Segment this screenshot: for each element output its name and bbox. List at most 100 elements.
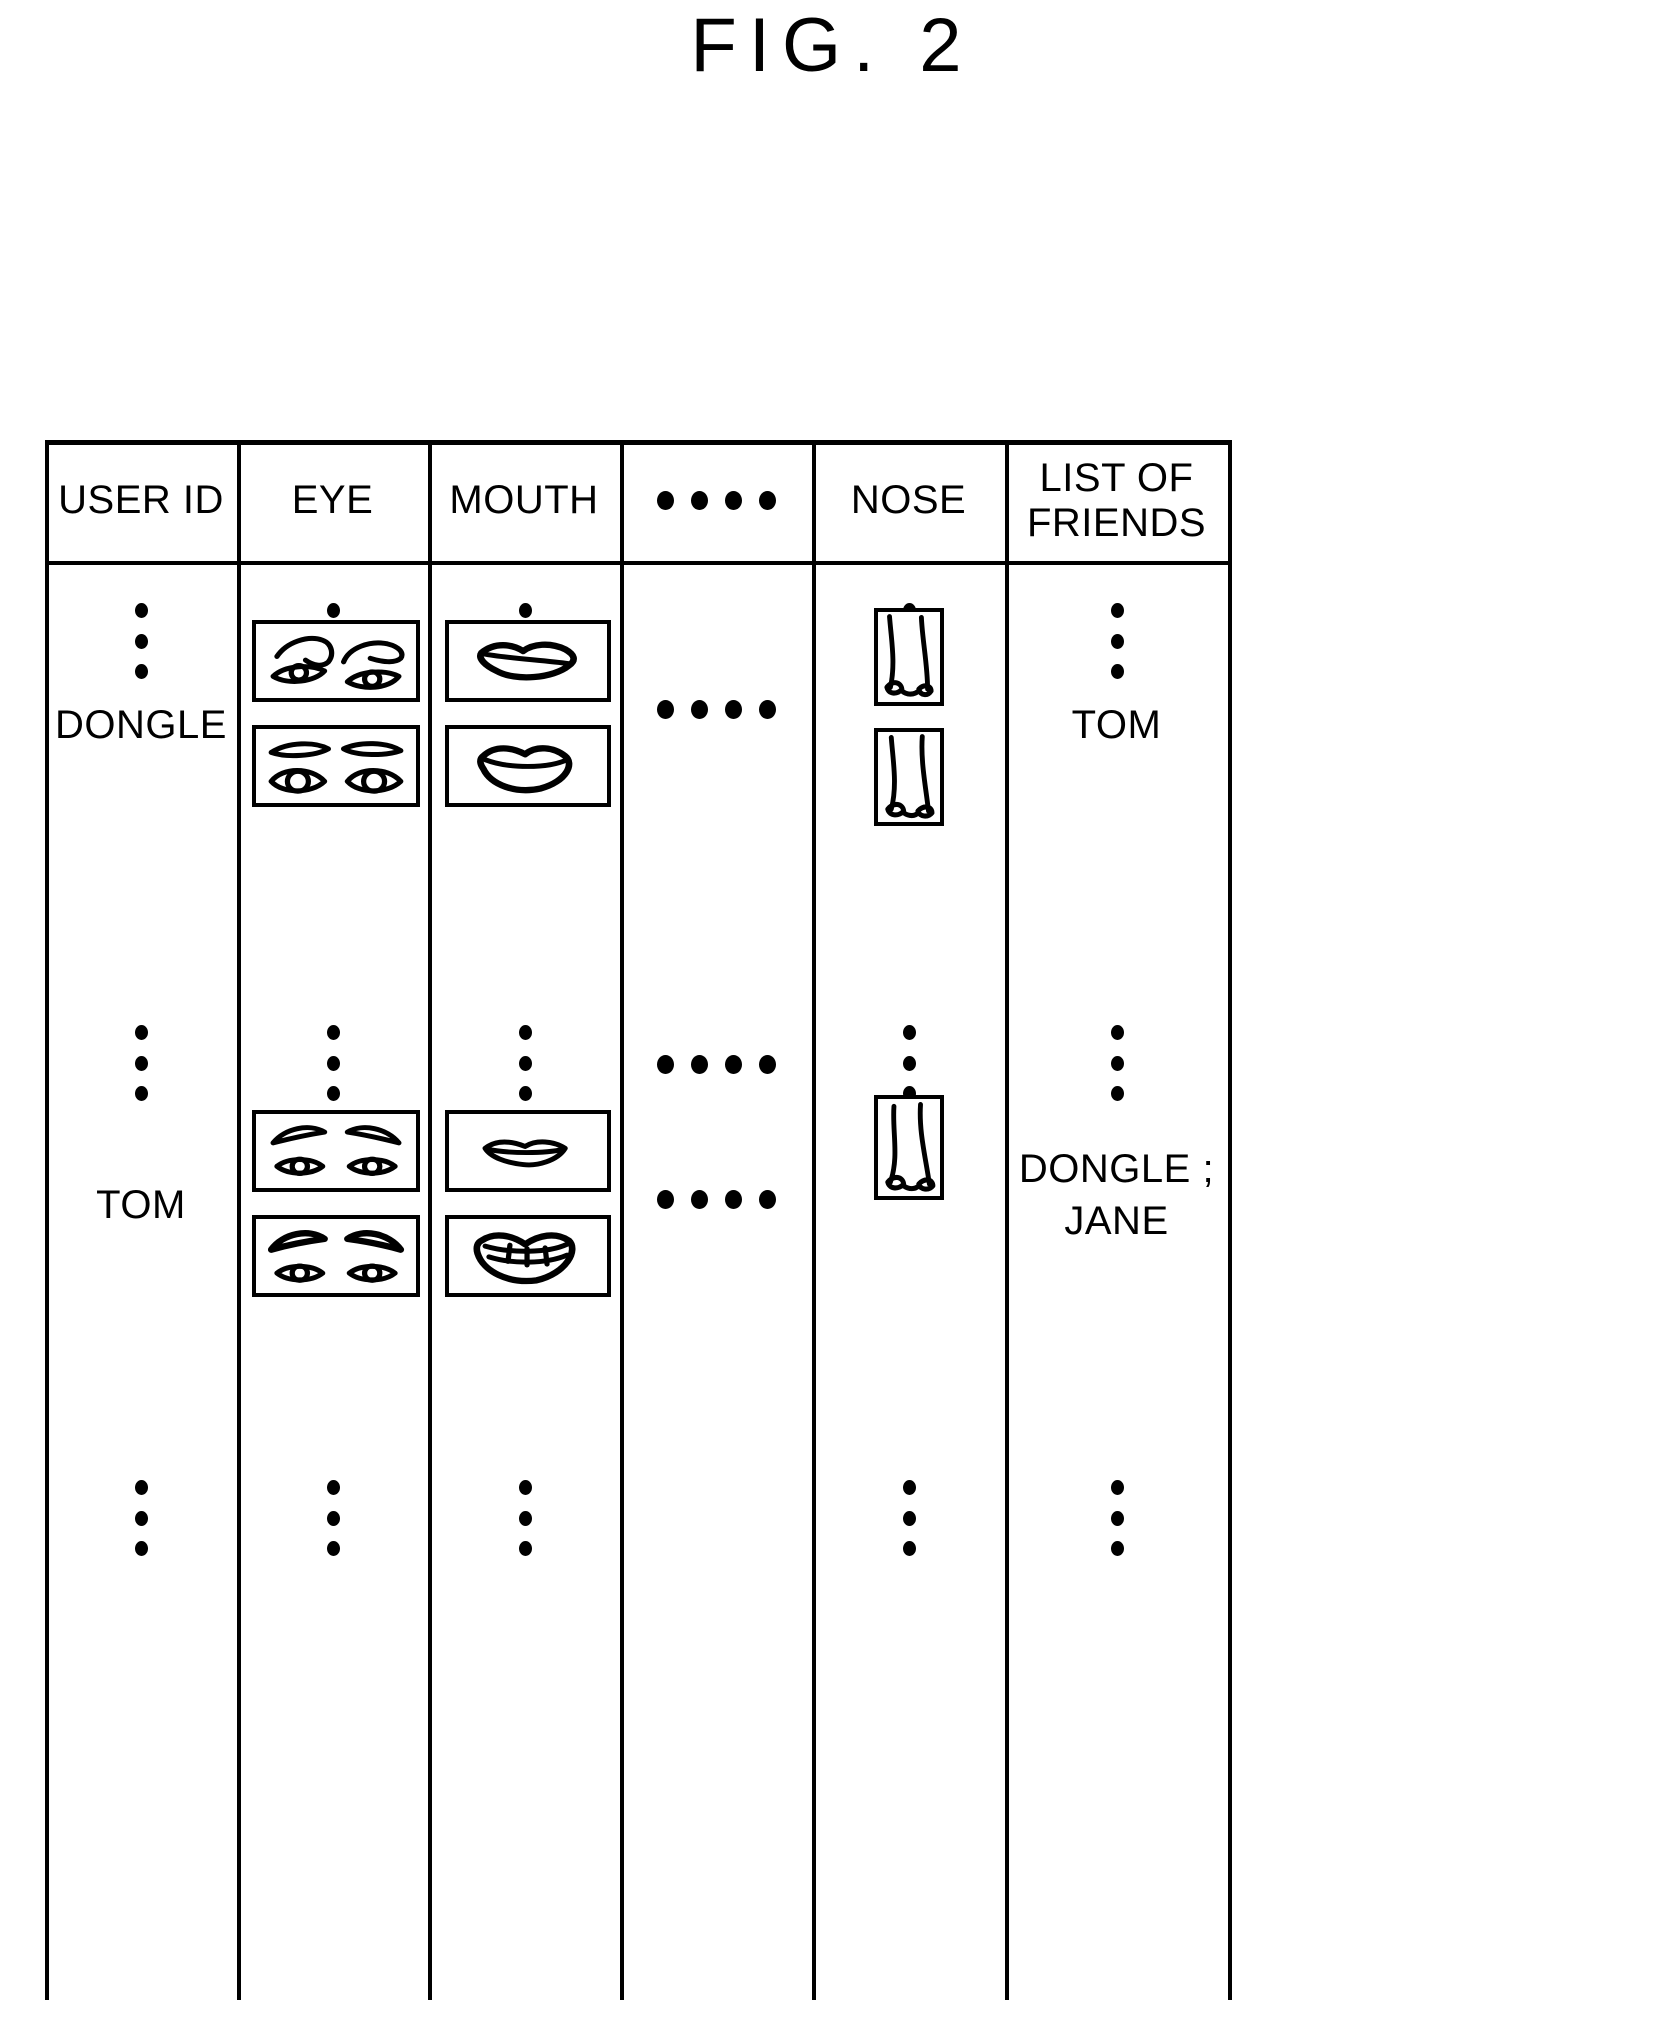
dot-icon	[1110, 1541, 1124, 1556]
feature-database-table: USER ID EYE MOUTH NOSE LIST OF FRIENDS D…	[45, 440, 1232, 2000]
dot-icon	[724, 1189, 742, 1209]
ellipsis-horizontal-row-dongle	[620, 699, 812, 719]
lips-closed-smile-icon	[477, 641, 577, 681]
column-divider-1	[237, 440, 241, 2000]
ellipsis-vertical-nose-mid	[901, 1025, 917, 1101]
dot-icon	[656, 1189, 674, 1209]
dot-icon	[690, 490, 708, 510]
column-header-mouth: MOUTH	[449, 478, 599, 523]
eye-image-dongle-1[interactable]	[252, 620, 420, 702]
dot-icon	[724, 699, 742, 719]
table-header-rule	[45, 561, 1232, 565]
dot-icon	[134, 1055, 148, 1071]
dot-icon	[758, 699, 776, 719]
eyes-almond-open-icon	[270, 635, 405, 690]
eyes-round-flat-brow-icon	[268, 741, 404, 794]
dot-icon	[656, 490, 674, 510]
ellipsis-vertical-mouth-bottom	[517, 1480, 533, 1556]
column-divider-4	[812, 440, 816, 2000]
lips-thin-closed-icon	[482, 1139, 568, 1168]
nose-image-dongle-2[interactable]	[874, 728, 944, 826]
dot-icon	[1110, 1025, 1124, 1040]
dot-icon	[518, 1025, 532, 1040]
dot-icon	[758, 1189, 776, 1209]
eyes-arched-brow-icon	[270, 1125, 402, 1177]
dot-icon	[1110, 1480, 1124, 1495]
friend-name-line-1: DONGLE ;	[1018, 1147, 1215, 1191]
dot-icon	[518, 603, 532, 618]
header-line-1: LIST OF	[1039, 455, 1194, 500]
eye-image-tom-1[interactable]	[252, 1110, 420, 1192]
dot-icon	[902, 1480, 916, 1495]
dot-icon	[518, 1086, 532, 1101]
dot-icon	[326, 1541, 340, 1556]
ellipsis-vertical-user-id-mid	[133, 1025, 149, 1101]
nose-tall-icon	[885, 1102, 936, 1192]
dot-icon	[518, 1055, 532, 1071]
dot-icon	[902, 1510, 916, 1526]
header-line-2: FRIENDS	[1026, 500, 1207, 545]
dot-icon	[1110, 1510, 1124, 1526]
ellipsis-horizontal-row-tom	[620, 1189, 812, 1209]
dot-icon	[518, 1541, 532, 1556]
cell-user-id-tom: TOM	[96, 1183, 186, 1227]
cell-friends-tom: DONGLE ; JANE	[1005, 1095, 1228, 1295]
column-header-eye: EYE	[291, 478, 374, 523]
dot-icon	[758, 1054, 776, 1074]
mouth-image-dongle-2[interactable]	[445, 725, 611, 807]
dot-icon	[690, 1054, 708, 1074]
dot-icon	[518, 1480, 532, 1495]
ellipsis-vertical-friends-bottom	[1109, 1480, 1125, 1556]
table-right-border	[1228, 440, 1232, 2000]
eyes-thick-brow-icon	[267, 1230, 405, 1283]
ellipsis-vertical-user-id-bottom	[133, 1480, 149, 1556]
mouth-image-tom-1[interactable]	[445, 1110, 611, 1192]
eye-image-tom-2[interactable]	[252, 1215, 420, 1297]
nose-image-dongle-1[interactable]	[874, 608, 944, 706]
dot-icon	[134, 1025, 148, 1040]
ellipsis-vertical-eye-mid	[325, 1025, 341, 1101]
dot-icon	[326, 1510, 340, 1526]
dot-icon	[1110, 603, 1124, 618]
mouth-image-dongle-1[interactable]	[445, 620, 611, 702]
nose-narrow-icon	[884, 614, 934, 698]
dot-icon	[326, 1025, 340, 1040]
eye-image-dongle-2[interactable]	[252, 725, 420, 807]
dot-icon	[134, 1086, 148, 1101]
dot-icon	[134, 1510, 148, 1526]
dot-icon	[690, 1189, 708, 1209]
dot-icon	[724, 1054, 742, 1074]
ellipsis-horizontal-mid	[620, 1054, 812, 1074]
dot-icon	[902, 1055, 916, 1071]
nose-wide-icon	[885, 734, 935, 819]
friend-name: TOM	[1071, 703, 1162, 747]
lips-open-curve-icon	[477, 745, 573, 794]
dot-icon	[656, 1054, 674, 1074]
dot-icon	[134, 603, 148, 618]
dot-icon	[690, 699, 708, 719]
ellipsis-vertical-eye-bottom	[325, 1480, 341, 1556]
dot-icon	[326, 1055, 340, 1071]
dot-icon	[326, 1086, 340, 1101]
dot-icon	[326, 1480, 340, 1495]
column-header-nose: NOSE	[850, 478, 967, 523]
lips-teeth-smile-icon	[473, 1232, 576, 1285]
nose-image-tom-1[interactable]	[874, 1095, 944, 1200]
ellipsis-vertical-friends-mid	[1109, 1025, 1125, 1101]
dot-icon	[518, 1510, 532, 1526]
dot-icon	[134, 1480, 148, 1495]
dot-icon	[758, 490, 776, 510]
column-header-ellipsis	[620, 490, 812, 510]
column-divider-3	[620, 440, 624, 2000]
mouth-image-tom-2[interactable]	[445, 1215, 611, 1297]
dot-icon	[326, 603, 340, 618]
dot-icon	[724, 490, 742, 510]
dot-icon	[902, 1025, 916, 1040]
dot-icon	[134, 1541, 148, 1556]
cell-friends-dongle: TOM	[1005, 625, 1228, 825]
dot-icon	[1110, 1055, 1124, 1071]
dot-icon	[902, 1541, 916, 1556]
column-header-list-of-friends: LIST OF FRIENDS	[1005, 440, 1228, 561]
dot-icon	[656, 699, 674, 719]
column-divider-2	[428, 440, 432, 2000]
